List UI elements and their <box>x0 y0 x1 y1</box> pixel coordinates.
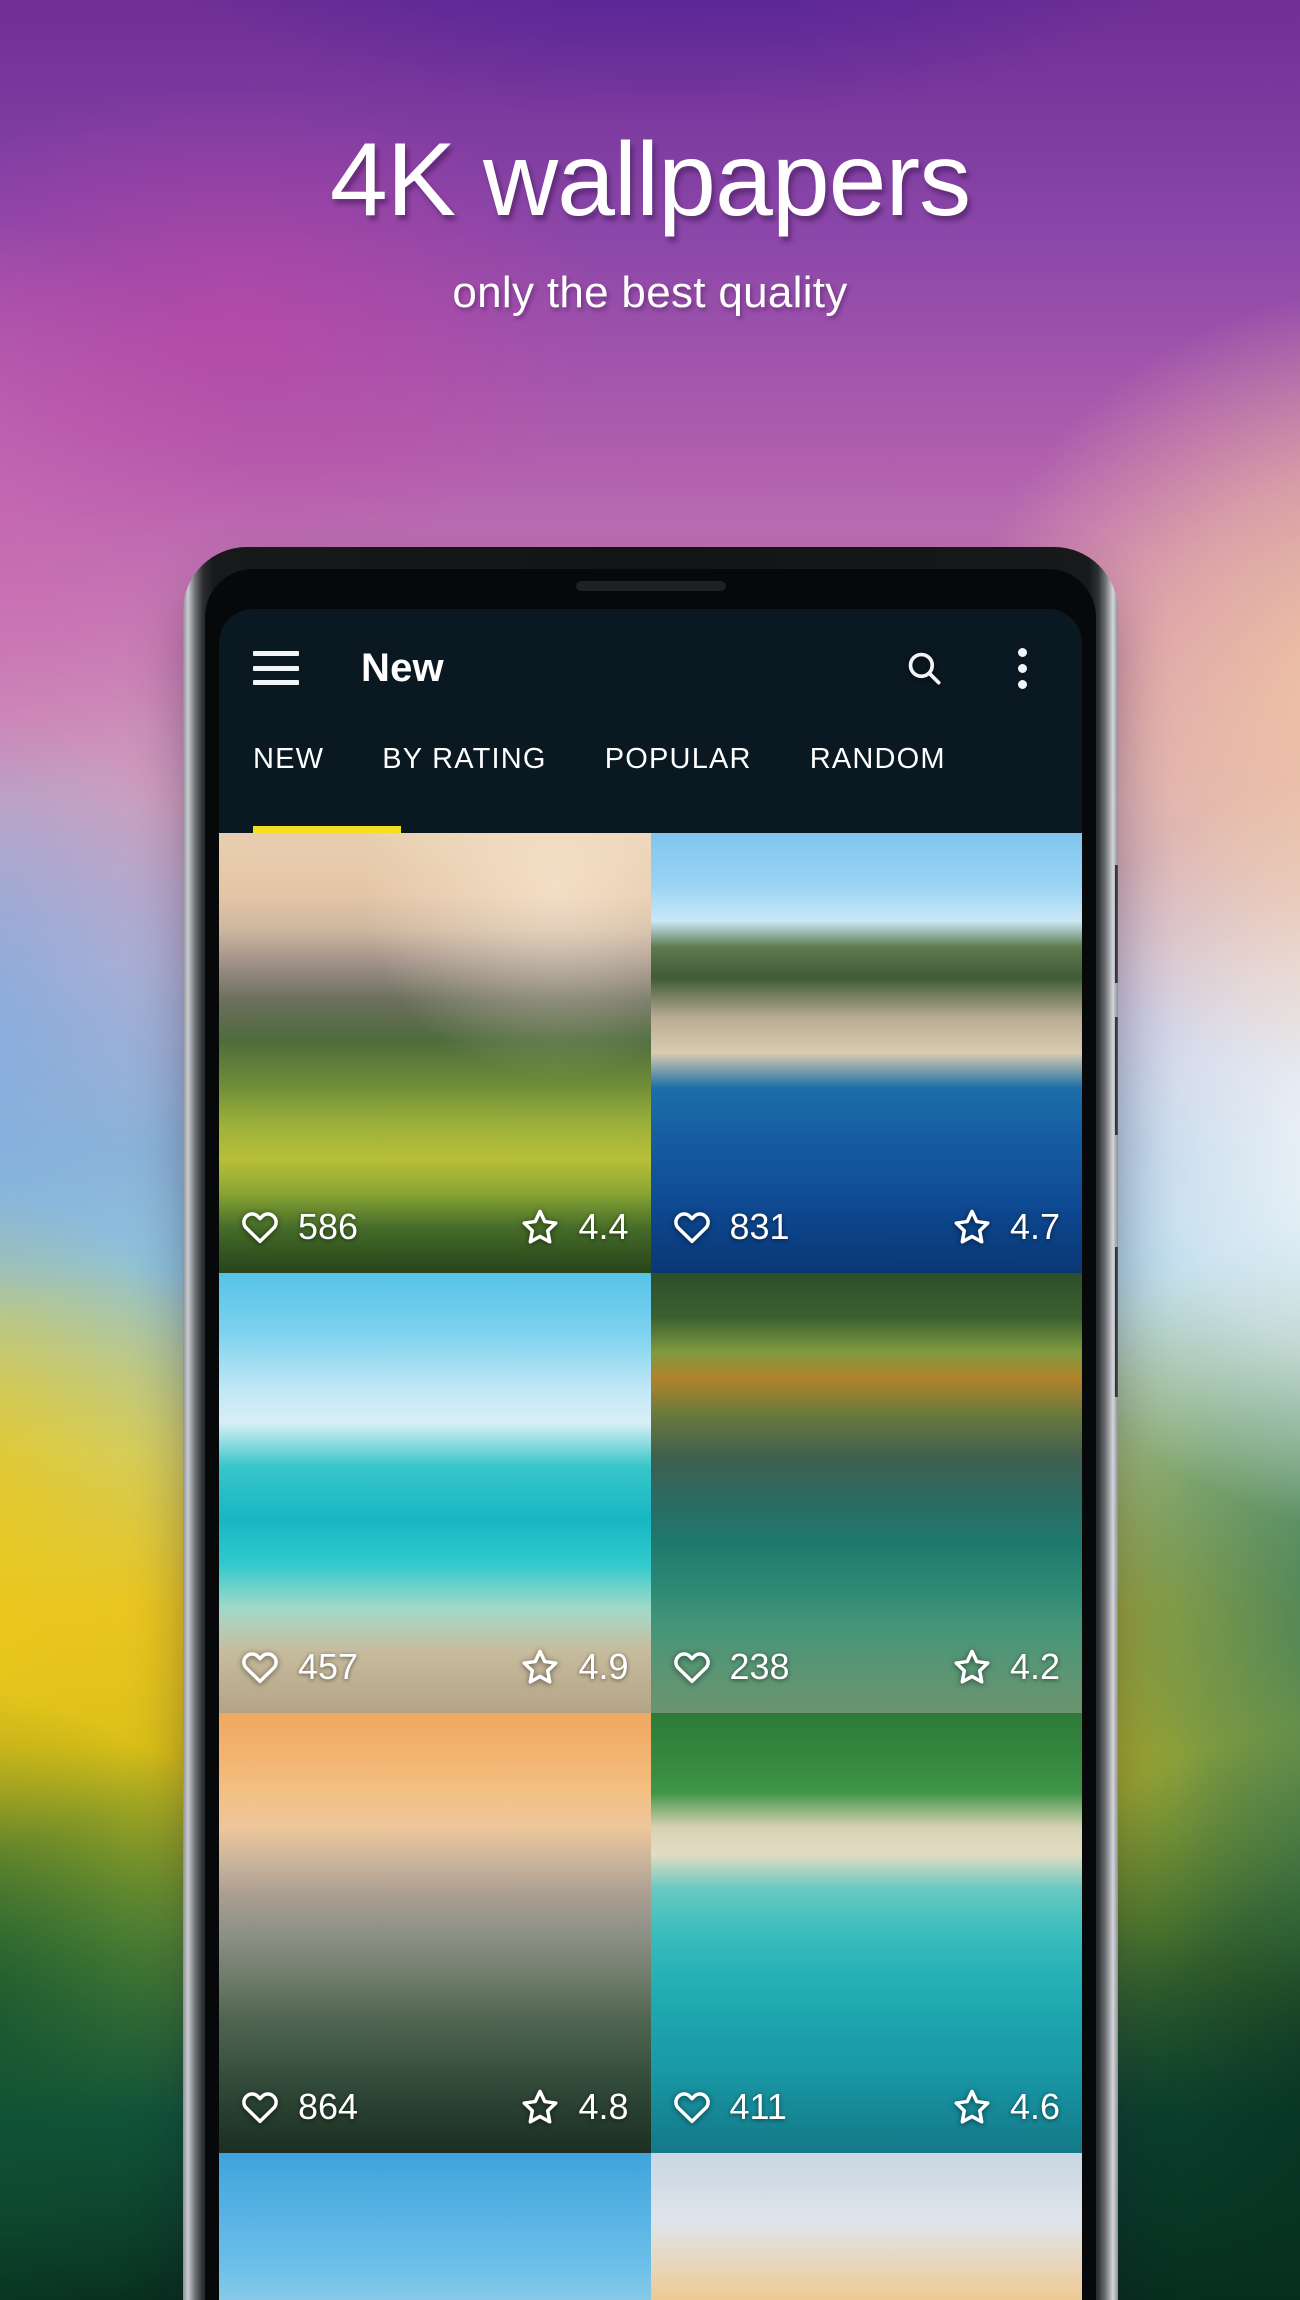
tab-bar: NEW BY RATING POPULAR RANDOM <box>219 727 1082 833</box>
card-stats: 457 4.9 <box>219 1621 651 1713</box>
card-stats: 831 4.7 <box>650 1181 1082 1273</box>
wallpaper-card[interactable] <box>650 2153 1082 2300</box>
rating-value: 4.2 <box>1009 1646 1060 1687</box>
rating-stat[interactable]: 4.6 <box>951 2086 1060 2128</box>
card-stats: 238 4.2 <box>650 1621 1082 1713</box>
tab-random[interactable]: RANDOM <box>810 727 946 776</box>
like-count: 831 <box>729 1206 790 1247</box>
wallpaper-grid: 586 4.4 831 4.7 457 4.9 238 4.2 864 4.8 … <box>219 833 1082 2300</box>
hero-title: 4K wallpapers <box>329 122 971 238</box>
rating-value: 4.8 <box>578 2086 629 2127</box>
search-icon[interactable] <box>898 642 950 694</box>
like-stat[interactable]: 586 <box>239 1206 358 1248</box>
rating-value: 4.6 <box>1009 2086 1060 2127</box>
like-count: 864 <box>298 2086 359 2127</box>
wallpaper-card[interactable]: 864 4.8 <box>219 1713 651 2153</box>
rating-stat[interactable]: 4.2 <box>951 1646 1060 1688</box>
wallpaper-card[interactable]: 586 4.4 <box>219 833 651 1273</box>
card-stats: 864 4.8 <box>219 2061 651 2153</box>
active-tab-indicator <box>253 826 401 833</box>
like-stat[interactable]: 411 <box>671 2086 787 2128</box>
like-stat[interactable]: 457 <box>239 1646 358 1688</box>
power-button[interactable] <box>1115 1247 1118 1397</box>
card-stats: 411 4.6 <box>650 2061 1082 2153</box>
wallpaper-card[interactable]: 238 4.2 <box>650 1273 1082 1713</box>
rating-stat[interactable]: 4.4 <box>519 1206 629 1248</box>
tab-popular[interactable]: POPULAR <box>605 727 752 776</box>
wallpaper-card[interactable] <box>219 2153 651 2300</box>
like-count: 411 <box>729 2086 787 2127</box>
card-stats: 586 4.4 <box>219 1181 651 1273</box>
like-count: 586 <box>298 1206 359 1247</box>
hamburger-menu-icon[interactable] <box>253 651 299 685</box>
volume-up-button[interactable] <box>1115 865 1118 983</box>
phone-body: New NEW BY RATING POPULAR RANDOM 586 4.4… <box>183 547 1118 2300</box>
volume-down-button[interactable] <box>1115 1017 1118 1135</box>
wallpaper-card[interactable]: 411 4.6 <box>650 1713 1082 2153</box>
earpiece-speaker <box>575 581 726 591</box>
app-bar: New <box>219 609 1082 727</box>
hero-text-block: 4K wallpapers only the best quality <box>0 0 1300 318</box>
phone-screen: New NEW BY RATING POPULAR RANDOM 586 4.4… <box>219 609 1082 2300</box>
like-count: 238 <box>729 1646 790 1687</box>
page-title: New <box>361 645 444 690</box>
like-count: 457 <box>298 1646 359 1687</box>
wallpaper-thumbnail <box>219 2153 651 2300</box>
wallpaper-card[interactable]: 831 4.7 <box>650 833 1082 1273</box>
wallpaper-thumbnail <box>650 2153 1082 2300</box>
like-stat[interactable]: 238 <box>671 1646 790 1688</box>
like-stat[interactable]: 831 <box>671 1206 790 1248</box>
rating-value: 4.7 <box>1009 1206 1060 1247</box>
rating-stat[interactable]: 4.8 <box>519 2086 629 2128</box>
rating-stat[interactable]: 4.9 <box>519 1646 629 1688</box>
tab-new[interactable]: NEW <box>253 727 324 776</box>
rating-stat[interactable]: 4.7 <box>951 1206 1060 1248</box>
phone-mockup: New NEW BY RATING POPULAR RANDOM 586 4.4… <box>183 547 1118 2300</box>
like-stat[interactable]: 864 <box>239 2086 358 2128</box>
more-vertical-icon[interactable] <box>996 642 1048 694</box>
hero-subtitle: only the best quality <box>452 268 848 317</box>
rating-value: 4.4 <box>578 1206 629 1247</box>
tab-by-rating[interactable]: BY RATING <box>382 727 546 776</box>
wallpaper-card[interactable]: 457 4.9 <box>219 1273 651 1713</box>
app-bar-actions <box>898 642 1048 694</box>
rating-value: 4.9 <box>578 1646 629 1687</box>
